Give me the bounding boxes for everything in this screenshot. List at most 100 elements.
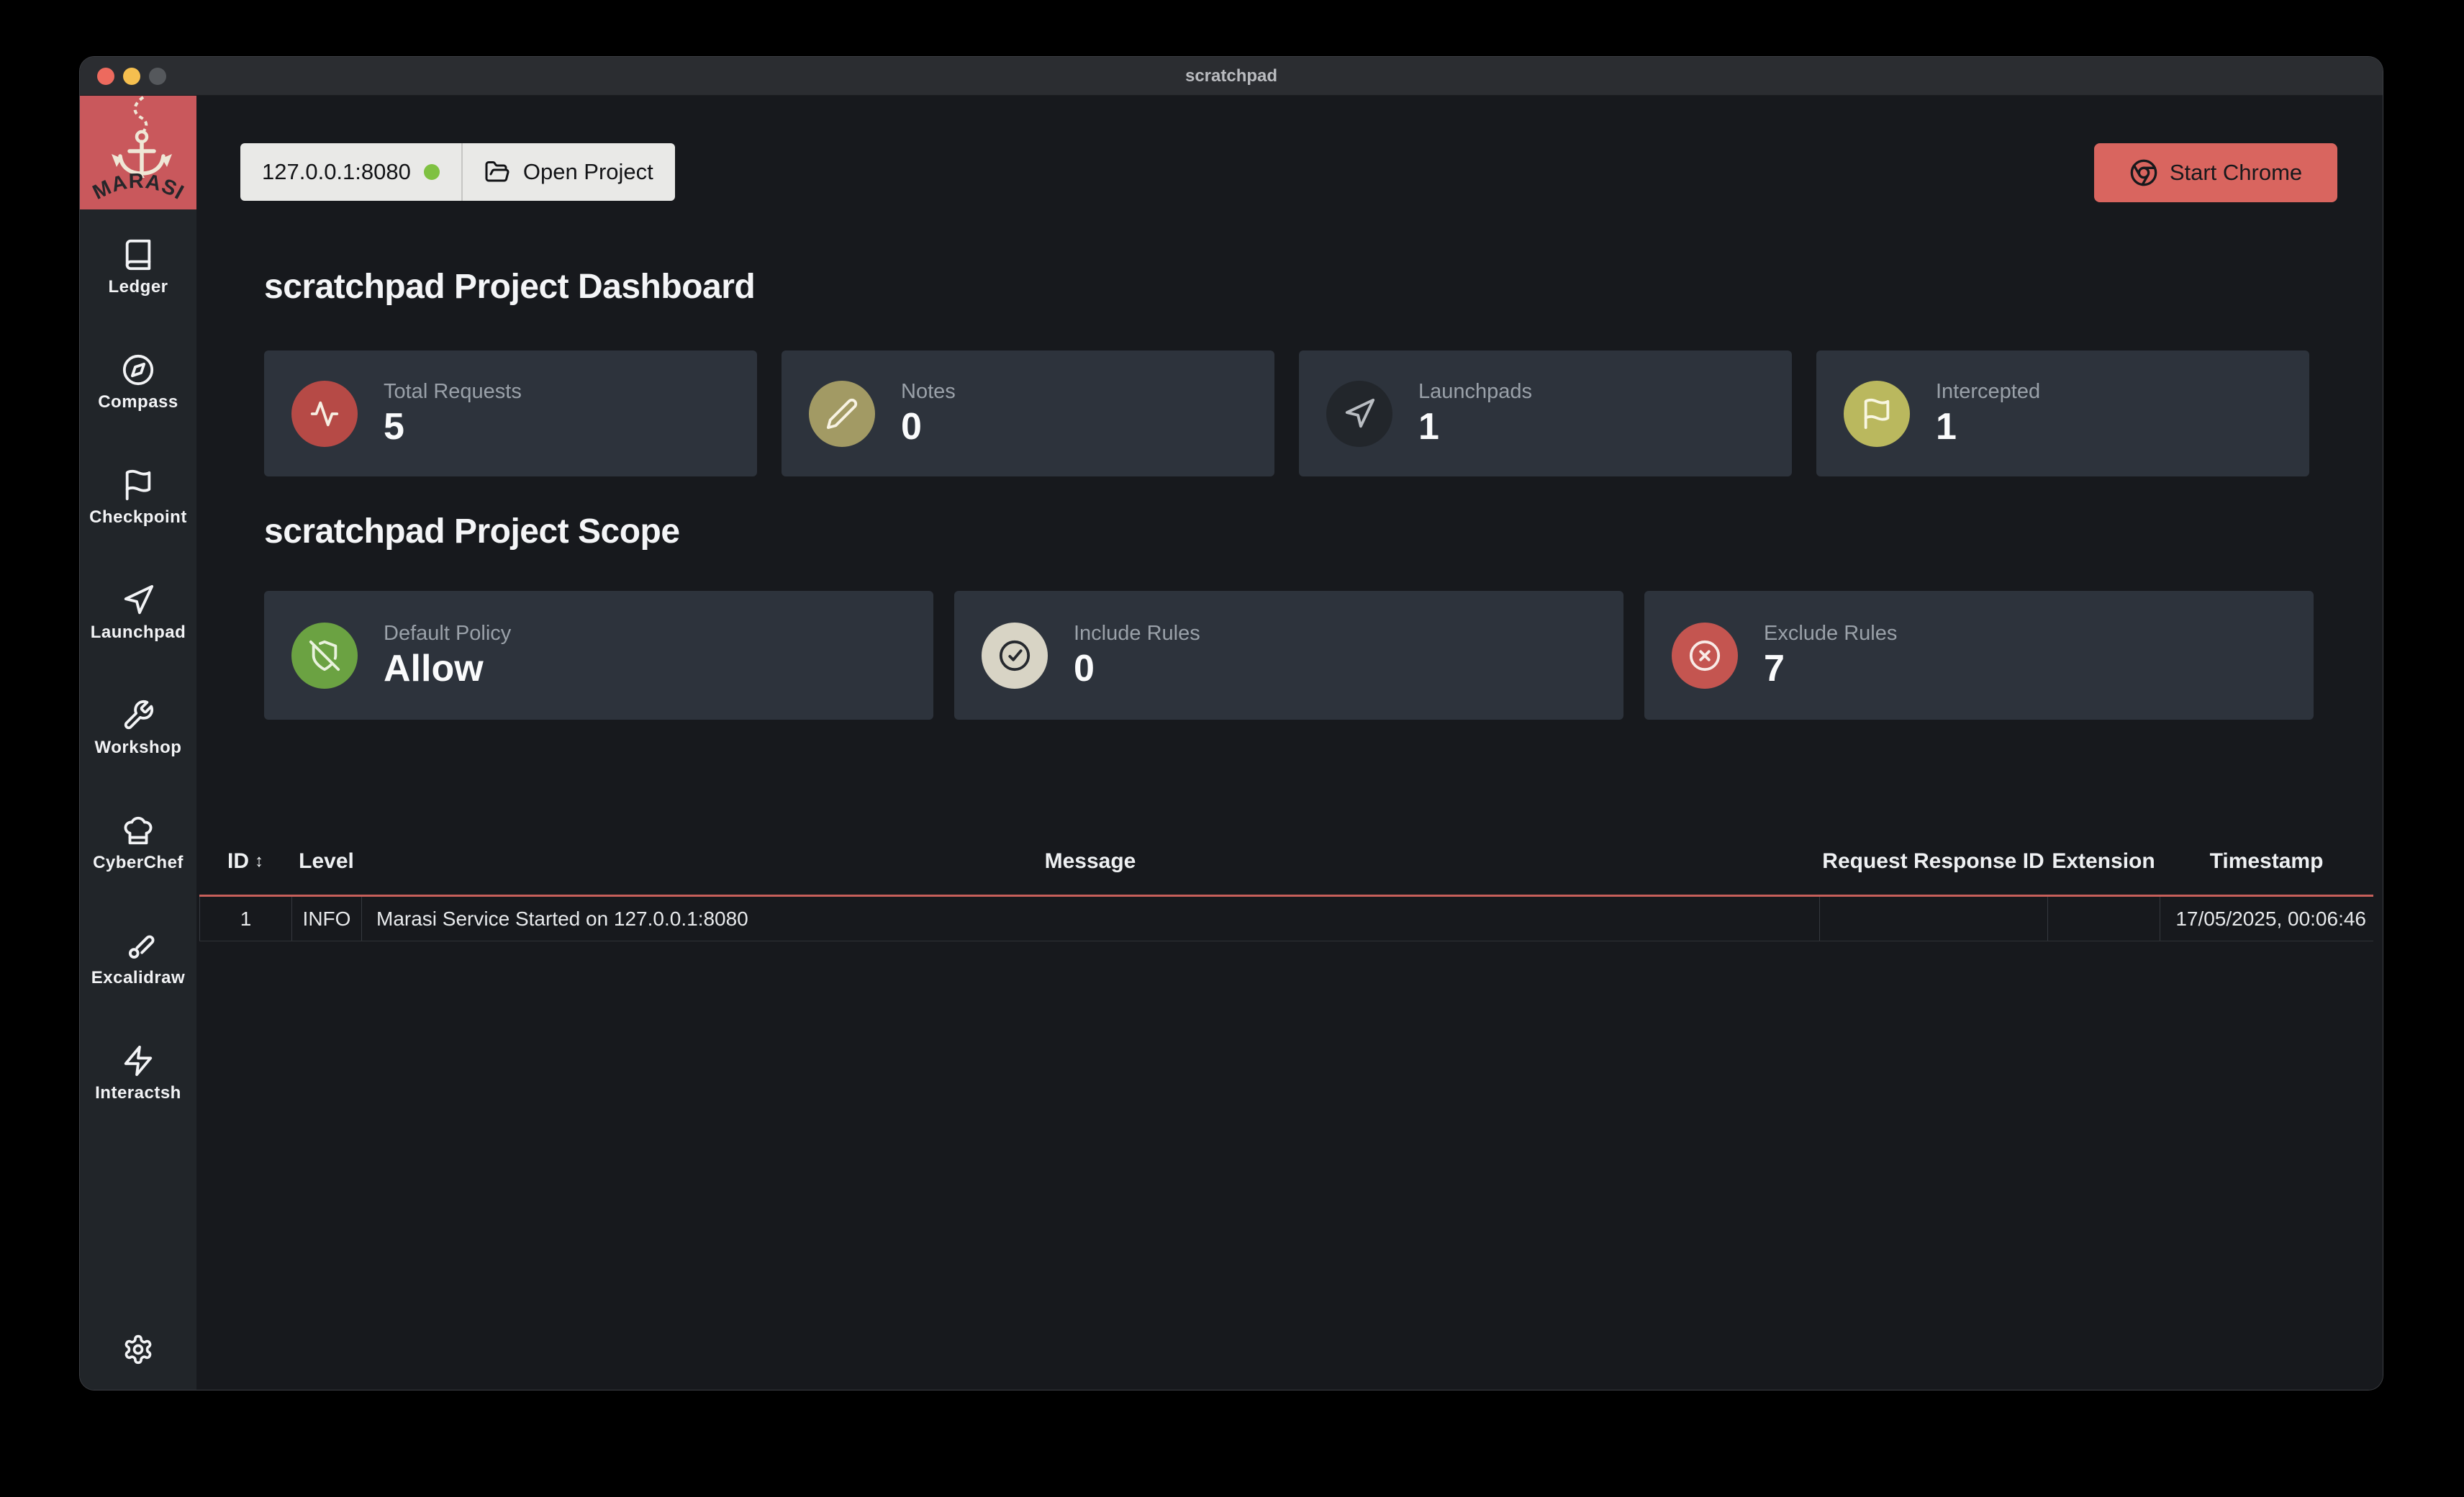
zoom-window-button[interactable]	[149, 68, 166, 85]
column-header-timestamp[interactable]: Timestamp	[2160, 849, 2373, 874]
paper-plane-icon	[122, 584, 155, 617]
sidebar-item-launchpad[interactable]: Launchpad	[80, 576, 196, 692]
proxy-status-dot	[424, 164, 440, 180]
card-label: Include Rules	[1074, 622, 1200, 646]
window-controls	[97, 57, 166, 95]
window-title: scratchpad	[1185, 66, 1277, 86]
log-table-row[interactable]: 1 INFO Marasi Service Started on 127.0.0…	[199, 897, 2373, 941]
card-exclude-rules: Exclude Rules 7	[1644, 591, 2314, 720]
sidebar-item-compass[interactable]: Compass	[80, 346, 196, 461]
activity-pulse-icon	[308, 397, 341, 430]
sidebar-item-label: Launchpad	[91, 623, 186, 643]
compass-icon	[122, 353, 155, 386]
gear-icon	[122, 1334, 154, 1365]
proxy-control: 127.0.0.1:8080 Open Project	[240, 143, 675, 201]
flag-icon	[122, 469, 155, 502]
log-cell-request-response-id	[1819, 897, 2047, 941]
notes-badge	[809, 381, 875, 447]
sidebar-item-workshop[interactable]: Workshop	[80, 692, 196, 807]
paper-plane-icon	[1343, 397, 1376, 430]
sidebar-item-label: Checkpoint	[89, 507, 187, 528]
book-icon	[122, 238, 155, 271]
exclude-rules-badge	[1672, 623, 1738, 689]
chrome-icon	[2129, 158, 2158, 187]
start-chrome-button[interactable]: Start Chrome	[2094, 143, 2337, 202]
column-header-request-response-id[interactable]: Request Response ID	[1819, 849, 2047, 874]
launchpads-badge	[1326, 381, 1392, 447]
scope-cards: Default Policy Allow Include Rules 0	[264, 591, 2314, 720]
column-header-message[interactable]: Message	[361, 849, 1819, 874]
sidebar-item-label: Excalidraw	[91, 968, 185, 988]
log-table-header: ID ↕ Level Message Request Response ID E…	[199, 828, 2373, 897]
card-value: 7	[1764, 649, 1897, 689]
card-label: Default Policy	[384, 622, 511, 646]
flag-icon	[1860, 397, 1893, 430]
card-default-policy: Default Policy Allow	[264, 591, 933, 720]
sidebar-item-cyberchef[interactable]: CyberChef	[80, 807, 196, 922]
card-value: 5	[384, 407, 522, 447]
card-label: Notes	[901, 380, 956, 404]
dashboard-title: scratchpad Project Dashboard	[264, 267, 755, 307]
column-header-id[interactable]: ID ↕	[199, 849, 291, 874]
open-project-button[interactable]: Open Project	[463, 143, 675, 201]
card-value: 0	[1074, 649, 1200, 689]
card-value: 0	[901, 407, 956, 447]
card-total-requests: Total Requests 5	[264, 350, 757, 476]
sidebar-item-ledger[interactable]: Ledger	[80, 231, 196, 346]
sidebar-item-checkpoint[interactable]: Checkpoint	[80, 461, 196, 576]
log-cell-message: Marasi Service Started on 127.0.0.1:8080	[361, 897, 1819, 941]
sidebar-item-label: Interactsh	[95, 1083, 181, 1103]
column-header-level[interactable]: Level	[291, 849, 361, 874]
lightning-icon	[122, 1044, 155, 1077]
sidebar-nav: Ledger Compass Checkpoint	[80, 231, 196, 1152]
main-content: 127.0.0.1:8080 Open Project	[196, 96, 2383, 1390]
sidebar-item-excalidraw[interactable]: Excalidraw	[80, 922, 196, 1037]
sidebar-item-label: CyberChef	[93, 853, 184, 873]
sidebar-item-label: Workshop	[95, 738, 182, 758]
sidebar: MARASI Ledger Compass	[80, 96, 196, 1390]
proxy-address[interactable]: 127.0.0.1:8080	[240, 143, 461, 201]
intercepted-badge	[1844, 381, 1910, 447]
brush-icon	[122, 929, 155, 962]
app-window: scratchpad MARASI	[80, 57, 2383, 1390]
card-label: Exclude Rules	[1764, 622, 1897, 646]
close-window-button[interactable]	[97, 68, 114, 85]
start-chrome-label: Start Chrome	[2170, 160, 2302, 186]
card-launchpads: Launchpads 1	[1299, 350, 1792, 476]
total-requests-badge	[291, 381, 358, 447]
settings-button[interactable]	[122, 1334, 154, 1365]
x-circle-icon	[1688, 639, 1721, 672]
card-label: Intercepted	[1936, 380, 2040, 404]
include-rules-badge	[982, 623, 1048, 689]
folder-open-icon	[484, 159, 510, 185]
marasi-logo: MARASI	[80, 96, 196, 209]
card-value: 1	[1418, 407, 1532, 447]
dashboard-cards: Total Requests 5 Notes 0	[264, 350, 2309, 476]
log-cell-timestamp: 17/05/2025, 00:06:46	[2160, 897, 2373, 941]
sidebar-item-label: Compass	[98, 392, 178, 412]
card-label: Total Requests	[384, 380, 522, 404]
column-header-extension[interactable]: Extension	[2047, 849, 2160, 874]
log-cell-extension	[2047, 897, 2160, 941]
default-policy-badge	[291, 623, 358, 689]
scope-title: scratchpad Project Scope	[264, 512, 680, 551]
log-table: ID ↕ Level Message Request Response ID E…	[199, 828, 2373, 941]
card-value: 1	[1936, 407, 2040, 447]
open-project-label: Open Project	[523, 159, 653, 185]
card-intercepted: Intercepted 1	[1816, 350, 2309, 476]
log-cell-level: INFO	[291, 897, 361, 941]
card-notes: Notes 0	[782, 350, 1274, 476]
chef-hat-icon	[122, 814, 155, 847]
pencil-icon	[825, 397, 859, 430]
card-value: Allow	[384, 649, 511, 689]
minimize-window-button[interactable]	[123, 68, 140, 85]
wrench-icon	[122, 699, 155, 732]
proxy-address-text: 127.0.0.1:8080	[262, 159, 411, 185]
log-cell-id: 1	[199, 897, 291, 941]
title-bar: scratchpad	[80, 57, 2383, 96]
card-label: Launchpads	[1418, 380, 1532, 404]
shield-off-icon	[308, 639, 341, 672]
sort-icon: ↕	[255, 851, 263, 872]
check-circle-icon	[998, 639, 1031, 672]
sidebar-item-interactsh[interactable]: Interactsh	[80, 1037, 196, 1152]
